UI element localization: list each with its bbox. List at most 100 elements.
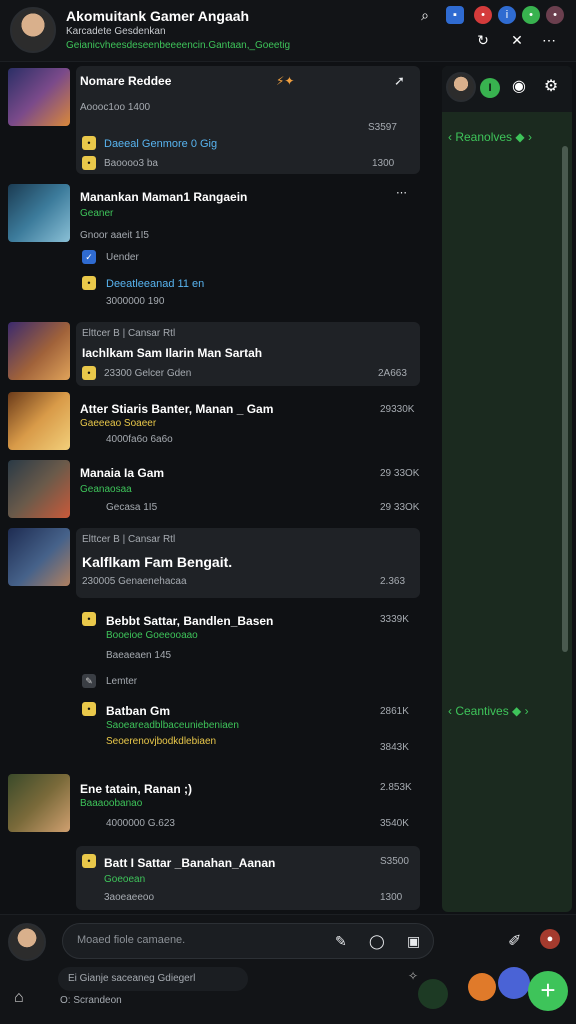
media-button[interactable] <box>498 967 530 999</box>
edit-icon[interactable]: ✎ <box>82 674 96 688</box>
item-desc: Daeeal Genmore 0 Gig <box>104 138 218 150</box>
search-icon[interactable]: ⌕ <box>416 6 434 24</box>
item-meta: Uender <box>106 252 139 263</box>
app-shortcut-icon[interactable] <box>468 973 496 1001</box>
gear-icon[interactable]: ⚙ <box>542 78 560 96</box>
side-ribbon-label: Ceantives <box>455 704 509 718</box>
item-count: 29330K <box>380 404 415 415</box>
item-tag: Geaner <box>80 208 114 219</box>
item-meta: Gecasa 1I5 <box>106 502 158 513</box>
game-thumbnail[interactable] <box>8 528 70 586</box>
app-header: Akomuitank Gamer Angaah Karcadete Gesden… <box>0 0 576 62</box>
app-icon[interactable]: ▪ <box>446 6 464 24</box>
game-thumbnail[interactable] <box>8 460 70 518</box>
item-title: Batban Gm <box>106 704 171 718</box>
profile-avatar[interactable] <box>10 7 56 53</box>
side-panel: I ◉ ⚙ ‹ Reanolves ◆ › ‹ Ceantives ◆ › <box>442 66 572 912</box>
item-tag: Gaeeeao Soaeer <box>80 418 157 429</box>
item-meta: Baeaeaen 145 <box>106 650 172 661</box>
item-title: Kalflkam Fam Bengait. <box>82 554 233 570</box>
info-icon[interactable]: i <box>498 6 516 24</box>
list-item[interactable]: Nomare Reddee ⚡✦ ➚ Aoooc1oo 1400 S3597 •… <box>76 66 420 174</box>
side-ribbon-label: Reanolves <box>455 130 513 144</box>
item-pill: Elttcer B | Cansar Rtl <box>82 534 176 545</box>
tools-icon[interactable]: ✕ <box>508 31 526 49</box>
item-title: Batt I Sattar _Banahan_Aanan <box>104 856 276 870</box>
side-scrollbar[interactable] <box>562 146 568 652</box>
game-thumbnail[interactable] <box>8 774 70 832</box>
badge-icon: • <box>82 702 96 716</box>
chip-label: Ei Gianje saceaneg Gdiegerl <box>68 973 196 984</box>
side-ribbon-2[interactable]: ‹ Ceantives ◆ › <box>448 704 529 718</box>
item-count: 2A663 <box>378 368 407 379</box>
badge-icon: • <box>82 612 96 626</box>
item-tag: Geanaosaa <box>80 484 132 495</box>
item-meta: Baoooo3 ba <box>104 158 158 169</box>
add-button[interactable]: + <box>528 971 568 1011</box>
game-thumbnail[interactable] <box>8 68 70 126</box>
game-thumbnail[interactable] <box>8 322 70 380</box>
game-thumbnail[interactable] <box>8 392 70 450</box>
location-icon[interactable]: ⌂ <box>14 989 24 1007</box>
item-meta: 23300 Gelcer Gden <box>104 368 192 379</box>
item-meta: Lemter <box>106 676 138 687</box>
side-avatar[interactable] <box>446 72 476 102</box>
suggestion-chip[interactable]: Ei Gianje saceaneg Gdiegerl <box>58 967 248 991</box>
share-icon[interactable]: ➚ <box>394 73 405 89</box>
chat-icon[interactable]: • <box>522 6 540 24</box>
header-status: Geianicvheesdeseenbeeeencin.Gantaan,_Goe… <box>66 40 291 51</box>
item-title: Atter Stiaris Banter, Manan _ Gam <box>80 402 274 416</box>
page-title: Akomuitank Gamer Angaah <box>66 8 250 24</box>
green-action-button[interactable] <box>418 979 448 1009</box>
caption-text: O: Scrandeon <box>60 995 122 1006</box>
item-count: 2861K <box>380 706 409 717</box>
side-toolbar: I ◉ ⚙ <box>442 66 572 112</box>
more-icon[interactable]: ⋯ <box>396 186 407 199</box>
user-icon[interactable]: • <box>546 6 564 24</box>
item-count: S3500 <box>380 856 409 867</box>
checkbox[interactable]: ✓ <box>82 250 96 264</box>
list-item[interactable]: Elttcer B | Cansar Rtl Iachlkam Sam Ilar… <box>76 322 420 386</box>
badge-icon: • <box>82 366 96 380</box>
item-title: Bebbt Sattar, Bandlen_Basen <box>106 614 274 628</box>
eye-icon[interactable]: ◉ <box>510 78 528 96</box>
item-tag: Goeoean <box>104 874 146 885</box>
item-count: 3540K <box>380 818 409 829</box>
list-item[interactable]: Elttcer B | Cansar Rtl Kalflkam Fam Beng… <box>76 528 420 598</box>
composer-avatar[interactable] <box>8 923 46 961</box>
item-title: Ene tatain, Ranan ;) <box>80 782 193 796</box>
more-icon[interactable]: ⋯ <box>540 31 558 49</box>
sparkle-icon[interactable]: ✧ <box>408 969 418 983</box>
item-count: 3843K <box>380 742 409 753</box>
item-tag: Booeioe Goeeooaao <box>106 630 198 641</box>
composer-bar: Moaed fiole camaene. ✎ ◯ ▣ ✐ ● Ei Gianje… <box>0 914 576 1024</box>
item-title: Nomare Reddee <box>80 74 172 88</box>
item-meta: 3000000 190 <box>106 296 165 307</box>
item-meta: Aoooc1oo 1400 <box>80 102 151 113</box>
message-input[interactable]: Moaed fiole camaene. ✎ ◯ ▣ <box>62 923 434 959</box>
image-icon[interactable]: ▣ <box>407 933 420 950</box>
item-meta: 3aoeaeeoo <box>104 892 155 903</box>
game-thumbnail[interactable] <box>8 184 70 242</box>
item-count: 1300 <box>380 892 403 903</box>
item-count: 3339K <box>380 614 409 625</box>
badge-icon: • <box>82 854 96 868</box>
chat-bubble-icon[interactable]: ◯ <box>369 933 385 950</box>
record-icon[interactable]: ● <box>540 929 560 949</box>
reaction-icon: ⚡✦ <box>276 74 295 88</box>
badge-icon: • <box>82 156 96 170</box>
list-item[interactable]: • Batt I Sattar _Banahan_Aanan S3500 Goe… <box>76 846 420 910</box>
refresh-icon[interactable]: ↻ <box>474 31 492 49</box>
item-meta: 4000fa6o 6a6o <box>106 434 173 445</box>
alert-icon[interactable]: • <box>474 6 492 24</box>
item-count: S3597 <box>368 122 397 133</box>
side-app-icon[interactable]: I <box>480 78 500 98</box>
item-desc: Deeatleeanad 11 en <box>106 278 205 290</box>
brush-icon[interactable]: ✐ <box>508 931 521 951</box>
item-title: Manaia Ia Gam <box>80 466 165 480</box>
feed-list: Nomare Reddee ⚡✦ ➚ Aoooc1oo 1400 S3597 •… <box>0 62 434 914</box>
badge-icon: • <box>82 276 96 290</box>
pen-icon[interactable]: ✎ <box>335 933 347 950</box>
side-ribbon-1[interactable]: ‹ Reanolves ◆ › <box>448 130 532 144</box>
item-meta: 230005 Genaenehacaa <box>82 576 187 587</box>
